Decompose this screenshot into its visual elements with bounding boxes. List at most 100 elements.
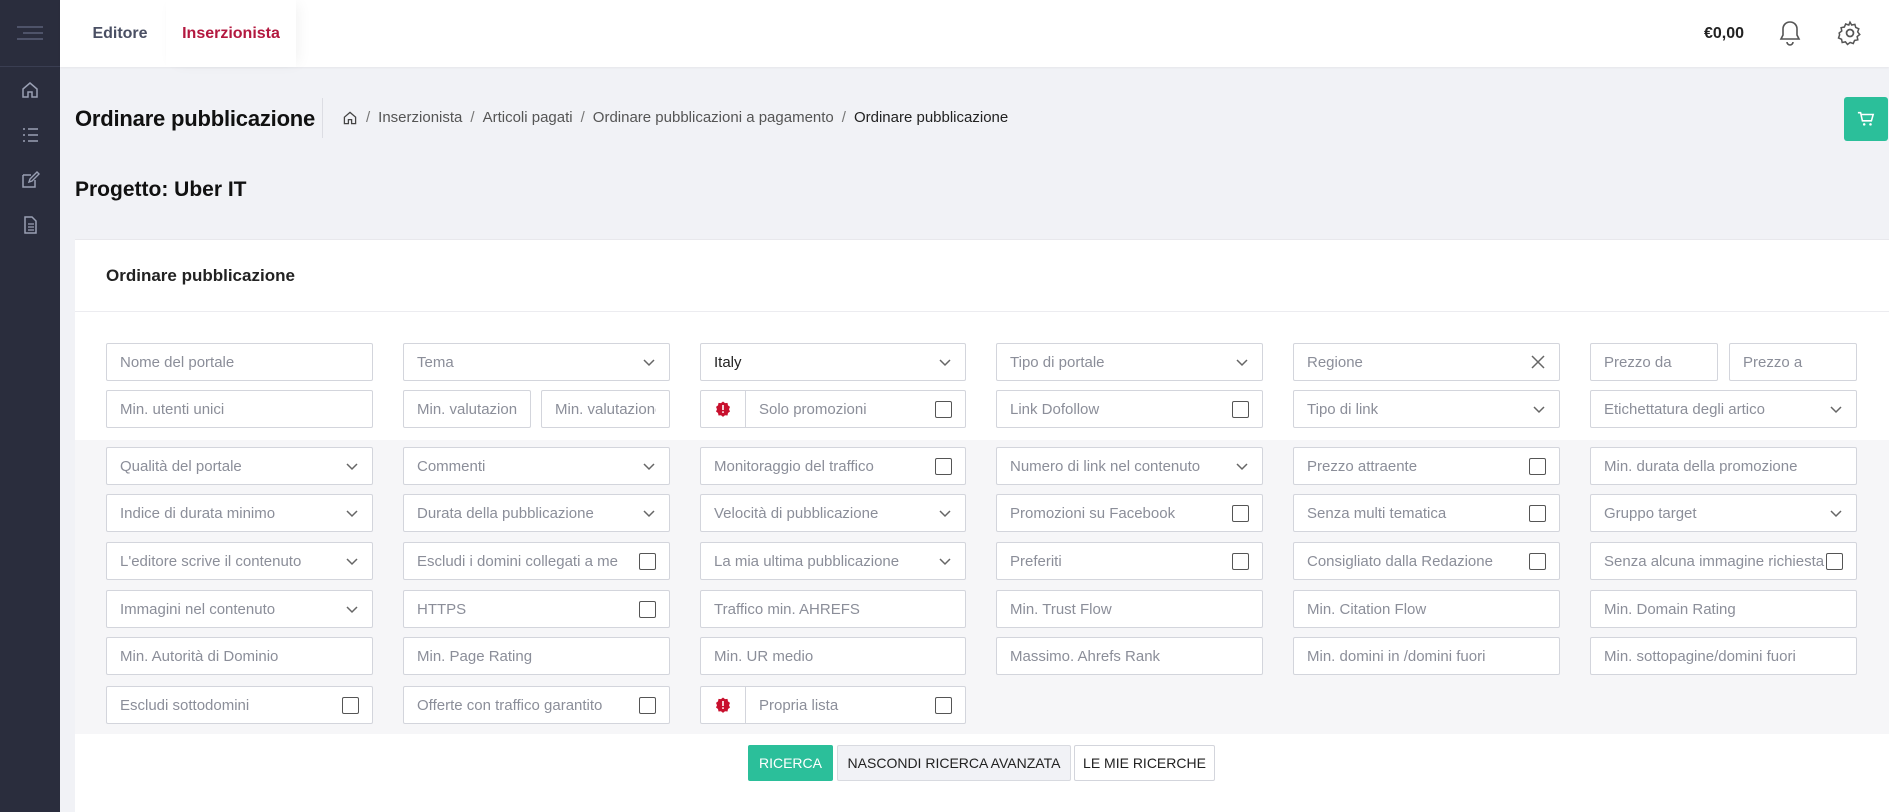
min-domain-rating-input[interactable]: Min. Domain Rating <box>1590 590 1857 628</box>
links-in-content-select[interactable]: Numero di link nel contenuto <box>996 447 1263 485</box>
traffic-monitoring-filter[interactable]: Monitoraggio del traffico <box>700 447 966 485</box>
min-domains-in-out-input[interactable]: Min. domini in /domini fuori <box>1293 637 1560 675</box>
max-ahrefs-rank-input[interactable]: Massimo. Ahrefs Rank <box>996 637 1263 675</box>
home-icon[interactable] <box>342 110 358 126</box>
editor-writes-select[interactable]: L'editore scrive il contenuto <box>106 542 373 580</box>
exclude-linked-domains-checkbox[interactable] <box>639 552 656 570</box>
breadcrumb-item[interactable]: Inserzionista <box>378 109 462 126</box>
min-trust-flow-input[interactable]: Min. Trust Flow <box>996 590 1263 628</box>
favorites-checkbox[interactable] <box>1232 552 1249 570</box>
min-rating-input-1[interactable]: Min. valutazione <box>403 390 531 428</box>
comments-select[interactable]: Commenti <box>403 447 670 485</box>
theme-select[interactable]: Tema <box>403 343 670 381</box>
link-dofollow-filter[interactable]: Link Dofollow <box>996 390 1263 428</box>
portal-type-select[interactable]: Tipo di portale <box>996 343 1263 381</box>
no-multi-theme-checkbox[interactable] <box>1529 504 1546 522</box>
min-page-rating-input[interactable]: Min. Page Rating <box>403 637 670 675</box>
sidebar-item-home[interactable] <box>0 67 60 112</box>
my-searches-button[interactable]: LE MIE RICERCHE <box>1074 745 1215 781</box>
tab-editore[interactable]: Editore <box>75 0 165 67</box>
notifications-button[interactable] <box>1775 18 1805 48</box>
target-group-select[interactable]: Gruppo target <box>1590 494 1857 532</box>
chevron-down-icon <box>346 606 358 614</box>
sidebar-item-list[interactable] <box>0 112 60 157</box>
portal-quality-select[interactable]: Qualità del portale <box>106 447 373 485</box>
breadcrumb-current: Ordinare pubblicazione <box>853 109 1009 126</box>
min-unique-users-input[interactable]: Min. utenti unici <box>106 390 373 428</box>
no-multi-theme-filter[interactable]: Senza multi tematica <box>1293 494 1560 532</box>
recommended-filter[interactable]: Consigliato dalla Redazione <box>1293 542 1560 580</box>
exclude-subdomains-checkbox[interactable] <box>342 696 359 714</box>
own-list-filter[interactable]: Propria lista <box>700 686 966 724</box>
edit-icon <box>22 170 40 188</box>
sidebar-item-document[interactable] <box>0 202 60 247</box>
chevron-down-icon <box>1830 406 1842 414</box>
min-rating-input-2[interactable]: Min. valutazione <box>541 390 670 428</box>
recommended-checkbox[interactable] <box>1529 552 1546 570</box>
chevron-down-icon <box>1236 463 1248 471</box>
breadcrumb: / Inserzionista / Articoli pagati / Ordi… <box>342 109 1008 126</box>
min-subpages-domains-input[interactable]: Min. sottopagine/domini fuori <box>1590 637 1857 675</box>
exclude-linked-domains-filter[interactable]: Escludi i domini collegati a me <box>403 542 670 580</box>
min-promo-duration-input[interactable]: Min. durata della promozione <box>1590 447 1857 485</box>
favorites-filter[interactable]: Preferiti <box>996 542 1263 580</box>
breadcrumb-item[interactable]: Ordinare pubblicazioni a pagamento <box>593 109 834 126</box>
chevron-down-icon <box>939 359 951 367</box>
article-label-select[interactable]: Etichettatura degli artico <box>1590 390 1857 428</box>
price-from-input[interactable]: Prezzo da <box>1590 343 1718 381</box>
project-title: Progetto: Uber IT <box>75 178 247 201</box>
guaranteed-traffic-checkbox[interactable] <box>639 696 656 714</box>
clear-icon[interactable] <box>1530 354 1546 370</box>
my-last-publication-select[interactable]: La mia ultima pubblicazione <box>700 542 966 580</box>
traffic-monitoring-checkbox[interactable] <box>935 457 952 475</box>
breadcrumb-separator: / <box>580 109 585 126</box>
link-dofollow-checkbox[interactable] <box>1232 400 1249 418</box>
attractive-price-filter[interactable]: Prezzo attraente <box>1293 447 1560 485</box>
settings-button[interactable] <box>1835 18 1865 48</box>
alert-badge <box>701 687 746 723</box>
facebook-promotions-checkbox[interactable] <box>1232 504 1249 522</box>
menu-toggle[interactable] <box>0 0 60 67</box>
portal-name-input[interactable]: Nome del portale <box>106 343 373 381</box>
sidebar <box>0 0 60 812</box>
price-to-input[interactable]: Prezzo a <box>1729 343 1857 381</box>
no-image-required-filter[interactable]: Senza alcuna immagine richiesta <box>1590 542 1857 580</box>
chevron-down-icon <box>939 510 951 518</box>
only-promotions-checkbox[interactable] <box>935 400 952 418</box>
region-select[interactable]: Regione <box>1293 343 1560 381</box>
sidebar-item-edit[interactable] <box>0 157 60 202</box>
page-title: Ordinare pubblicazione <box>75 106 316 131</box>
min-ahrefs-traffic-input[interactable]: Traffico min. AHREFS <box>700 590 966 628</box>
cart-button[interactable] <box>1844 97 1888 141</box>
own-list-checkbox[interactable] <box>935 696 952 714</box>
hide-advanced-search-button[interactable]: NASCONDI RICERCA AVANZATA <box>837 745 1071 781</box>
search-button[interactable]: RICERCA <box>748 745 833 781</box>
attractive-price-checkbox[interactable] <box>1529 457 1546 475</box>
title-divider <box>322 98 323 138</box>
exclude-subdomains-filter[interactable]: Escludi sottodomini <box>106 686 373 724</box>
min-ur-input[interactable]: Min. UR medio <box>700 637 966 675</box>
chevron-down-icon <box>346 558 358 566</box>
min-citation-flow-input[interactable]: Min. Citation Flow <box>1293 590 1560 628</box>
breadcrumb-item[interactable]: Articoli pagati <box>483 109 573 126</box>
publication-duration-select[interactable]: Durata della pubblicazione <box>403 494 670 532</box>
min-domain-authority-input[interactable]: Min. Autorità di Dominio <box>106 637 373 675</box>
https-filter[interactable]: HTTPS <box>403 590 670 628</box>
breadcrumb-separator: / <box>366 109 371 126</box>
chevron-down-icon <box>346 510 358 518</box>
no-image-required-checkbox[interactable] <box>1826 552 1843 570</box>
link-type-select[interactable]: Tipo di link <box>1293 390 1560 428</box>
min-duration-index-select[interactable]: Indice di durata minimo <box>106 494 373 532</box>
https-checkbox[interactable] <box>639 600 656 618</box>
facebook-promotions-filter[interactable]: Promozioni su Facebook <box>996 494 1263 532</box>
publication-speed-select[interactable]: Velocità di pubblicazione <box>700 494 966 532</box>
images-in-content-select[interactable]: Immagini nel contenuto <box>106 590 373 628</box>
only-promotions-filter[interactable]: Solo promozioni <box>700 390 966 428</box>
card-title: Ordinare pubblicazione <box>75 240 1889 312</box>
guaranteed-traffic-filter[interactable]: Offerte con traffico garantito <box>403 686 670 724</box>
chevron-down-icon <box>1236 359 1248 367</box>
chevron-down-icon <box>643 463 655 471</box>
tab-inserzionista[interactable]: Inserzionista <box>166 0 296 67</box>
chevron-down-icon <box>643 510 655 518</box>
country-select[interactable]: Italy <box>700 343 966 381</box>
